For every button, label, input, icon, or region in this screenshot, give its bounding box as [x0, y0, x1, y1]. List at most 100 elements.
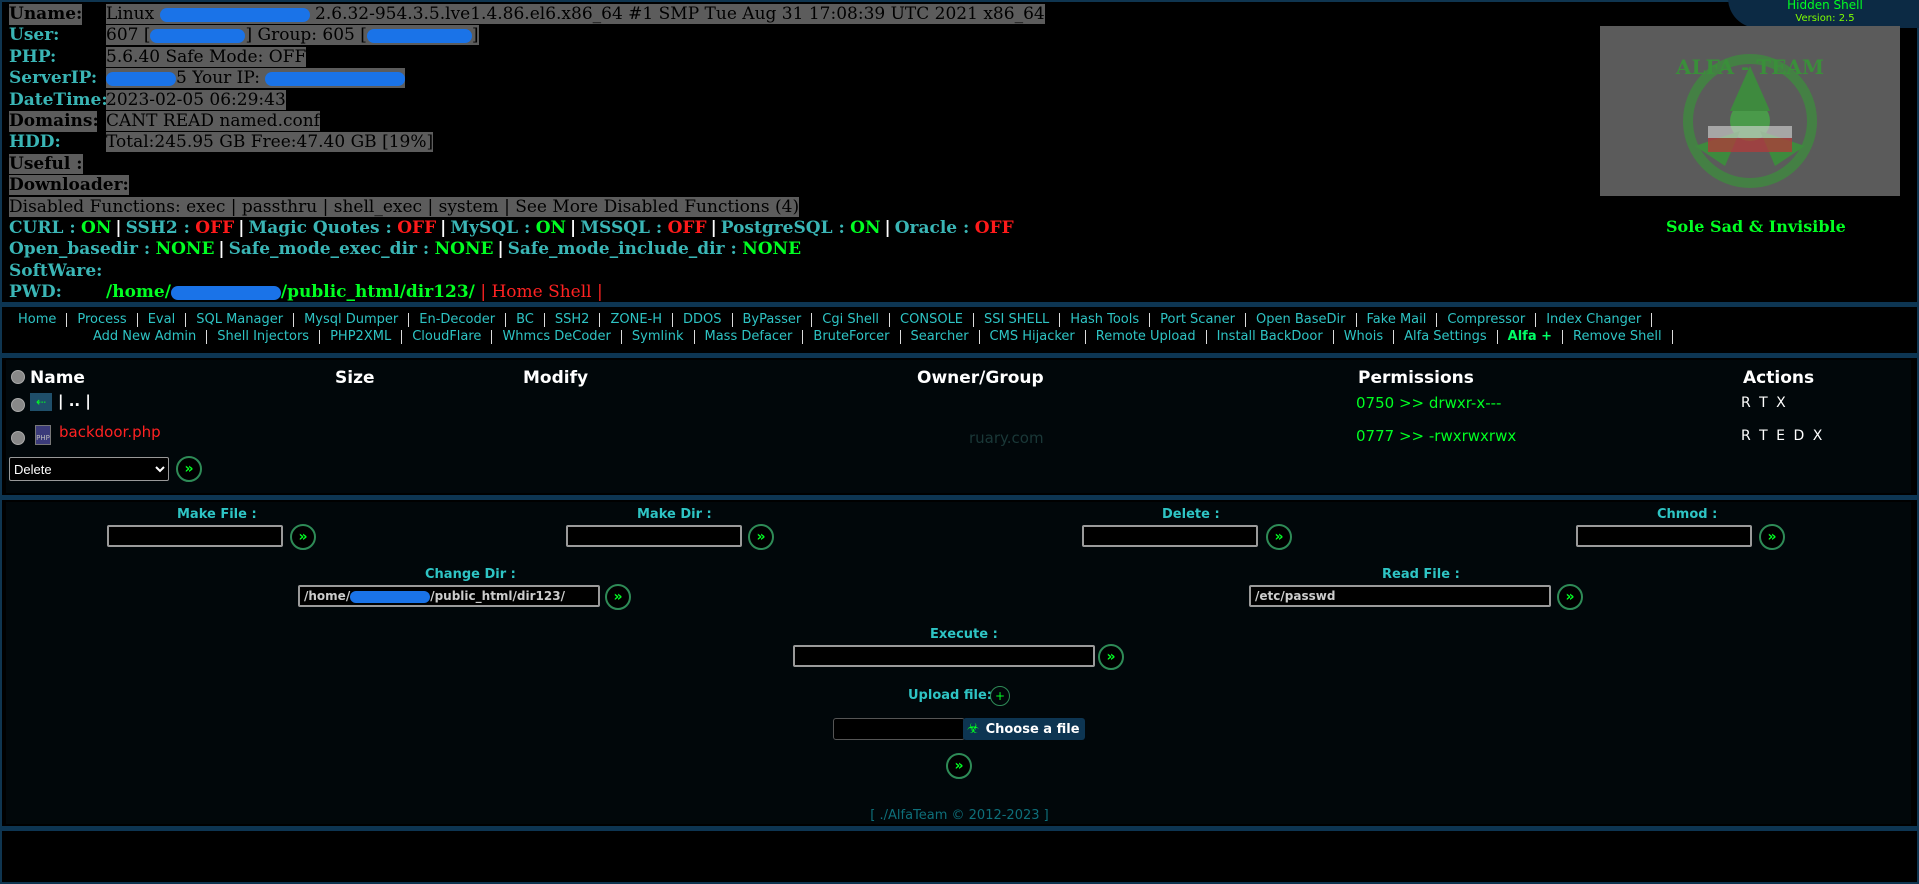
change-dir-start[interactable]: /home/ — [304, 589, 350, 603]
perm-string[interactable]: drwxr-x--- — [1429, 394, 1502, 412]
chmod-submit-button[interactable]: » — [1759, 524, 1785, 550]
menu-item-remove-shell[interactable]: Remove Shell — [1563, 329, 1673, 344]
permissions[interactable]: 0750 >> drwxr-x--- — [1356, 394, 1501, 412]
separator: | — [440, 217, 447, 238]
row-select-radio[interactable] — [11, 431, 25, 445]
perm-string[interactable]: -rwxrwxrwx — [1429, 427, 1516, 445]
menu-item-cloudflare[interactable]: CloudFlare — [402, 329, 493, 344]
disabled-functions[interactable]: Disabled Functions: exec | passthru | sh… — [9, 196, 800, 217]
menu-item-alfa[interactable]: Alfa + — [1498, 329, 1564, 344]
menu-item-eval[interactable]: Eval — [138, 313, 187, 328]
redaction-mark — [170, 285, 281, 300]
home-shell-link[interactable]: | Home Shell | — [480, 282, 602, 302]
redaction-mark — [150, 28, 246, 43]
menu-item-zone-h[interactable]: ZONE-H — [600, 313, 673, 328]
menu-item-sql-manager[interactable]: SQL Manager — [186, 313, 295, 328]
menu-item-bypasser[interactable]: ByPasser — [733, 313, 813, 328]
chmod-input[interactable] — [1576, 525, 1752, 547]
make-file-input[interactable] — [107, 525, 283, 547]
perm-octal[interactable]: 0777 — [1356, 427, 1394, 445]
menu-item-cms-hijacker[interactable]: CMS Hijacker — [980, 329, 1086, 344]
permissions[interactable]: 0777 >> -rwxrwxrwx — [1356, 427, 1516, 445]
menu-item-console[interactable]: CONSOLE — [890, 313, 975, 328]
change-dir-input[interactable]: /home/ /public_html/dir123/ — [298, 585, 600, 607]
menu-item-whois[interactable]: Whois — [1334, 329, 1395, 344]
read-file-input[interactable]: /etc/passwd — [1249, 585, 1551, 607]
menu-item-en-decoder[interactable]: En-Decoder — [409, 313, 507, 328]
row-select-radio[interactable] — [11, 398, 25, 412]
change-dir-submit-button[interactable]: » — [605, 584, 631, 610]
menu-item-mysql-dumper[interactable]: Mysql Dumper — [294, 313, 410, 328]
change-dir-end[interactable]: /public_html/dir123/ — [430, 589, 565, 603]
col-actions[interactable]: Actions — [1743, 368, 1814, 388]
col-owner[interactable]: Owner/Group — [917, 368, 1044, 388]
make-dir-input[interactable] — [566, 525, 742, 547]
upload-submit-button[interactable]: » — [946, 753, 972, 779]
menu-item-compressor[interactable]: Compressor — [1437, 313, 1537, 328]
useful-label: Useful : — [9, 153, 83, 174]
menu-item-port-scaner[interactable]: Port Scaner — [1150, 313, 1247, 328]
row-actions[interactable]: R T E D X — [1741, 428, 1824, 444]
menu-item-ssi-shell[interactable]: SSI SHELL — [974, 313, 1061, 328]
row-actions[interactable]: R T X — [1741, 395, 1788, 411]
menu-item-remote-upload[interactable]: Remote Upload — [1086, 329, 1207, 344]
menu-item-hash-tools[interactable]: Hash Tools — [1060, 313, 1151, 328]
add-upload-icon[interactable]: + — [990, 686, 1010, 706]
choose-file-button[interactable]: ☣ Choose a file — [963, 718, 1085, 740]
menu-item-home[interactable]: Home — [8, 313, 68, 328]
make-dir-submit-button[interactable]: » — [748, 524, 774, 550]
menu-item-install-backdoor[interactable]: Install BackDoor — [1207, 329, 1334, 344]
perm-arrow: >> — [1398, 427, 1425, 445]
user-row: User: 607 [] Group: 605 [] — [9, 25, 1045, 46]
select-all-radio[interactable] — [11, 370, 25, 384]
menu-item-bruteforcer[interactable]: BruteForcer — [803, 329, 901, 344]
redaction-mark — [159, 7, 310, 22]
pwd-path[interactable]: /home/ /public_html/dir123/ — [106, 282, 475, 302]
menu-item-index-changer[interactable]: Index Changer — [1536, 313, 1653, 328]
make-file-submit-button[interactable]: » — [290, 524, 316, 550]
file-name-link[interactable]: backdoor.php — [59, 423, 161, 441]
pwd-end[interactable]: /public_html/dir123/ — [281, 282, 475, 302]
menu-item-mass-defacer[interactable]: Mass Defacer — [695, 329, 804, 344]
menu-item-add-new-admin[interactable]: Add New Admin — [83, 329, 208, 344]
basedir-row: Open_basedir : NONE | Safe_mode_exec_dir :… — [9, 239, 1045, 260]
menu-item-ssh2[interactable]: SSH2 — [545, 313, 601, 328]
back-arrow-icon[interactable]: ⇠ — [30, 393, 52, 411]
col-permissions[interactable]: Permissions — [1358, 368, 1474, 388]
menu-item-open-basedir[interactable]: Open BaseDir — [1246, 313, 1357, 328]
delete-submit-button[interactable]: » — [1266, 524, 1292, 550]
menu-item-process[interactable]: Process — [67, 313, 138, 328]
execute-submit-button[interactable]: » — [1098, 644, 1124, 670]
bulk-action-select[interactable]: Delete — [9, 457, 169, 481]
col-size[interactable]: Size — [335, 368, 375, 388]
read-file-submit-button[interactable]: » — [1557, 584, 1583, 610]
menu-item-bc[interactable]: BC — [506, 313, 545, 328]
pwd-start[interactable]: /home/ — [106, 282, 171, 302]
menu-item-cgi-shell[interactable]: Cgi Shell — [812, 313, 891, 328]
perm-octal[interactable]: 0750 — [1356, 394, 1394, 412]
parent-dir-link[interactable]: | .. | — [58, 392, 91, 410]
menu-item-php2xml[interactable]: PHP2XML — [320, 329, 403, 344]
menu-item-symlink[interactable]: Symlink — [622, 329, 695, 344]
menu-item-fake-mail[interactable]: Fake Mail — [1357, 313, 1438, 328]
menu-item-whmcs-decoder[interactable]: Whmcs DeCoder — [492, 329, 622, 344]
col-modify[interactable]: Modify — [523, 368, 588, 388]
php-label: PHP: — [9, 46, 57, 67]
col-name[interactable]: Name — [30, 368, 85, 388]
delete-input[interactable] — [1082, 525, 1258, 547]
disabled-functions-row[interactable]: Disabled Functions: exec | passthru | sh… — [9, 196, 1045, 218]
menu-item-ddos[interactable]: DDOS — [673, 313, 733, 328]
upload-filename-field — [833, 718, 965, 740]
curl-status: ON — [81, 217, 112, 238]
uname-label: Uname: — [9, 4, 83, 26]
menu-item-searcher[interactable]: Searcher — [901, 329, 980, 344]
extensions-row: CURL : ON | SSH2 : OFF | Magic Quotes : OFF |… — [9, 218, 1045, 239]
datetime-label: DateTime: — [9, 89, 108, 110]
separator: | — [115, 217, 122, 238]
bulk-action-submit-button[interactable]: » — [176, 456, 202, 482]
menu-item-alfa-settings[interactable]: Alfa Settings — [1394, 329, 1498, 344]
menu-item-shell-injectors[interactable]: Shell Injectors — [207, 329, 321, 344]
execute-input[interactable] — [793, 645, 1095, 667]
footer-credit: [ ./AlfaTeam © 2012-2023 ] — [870, 808, 1049, 823]
alfa-team-logo: ALFA - TEAM — [1600, 26, 1900, 196]
